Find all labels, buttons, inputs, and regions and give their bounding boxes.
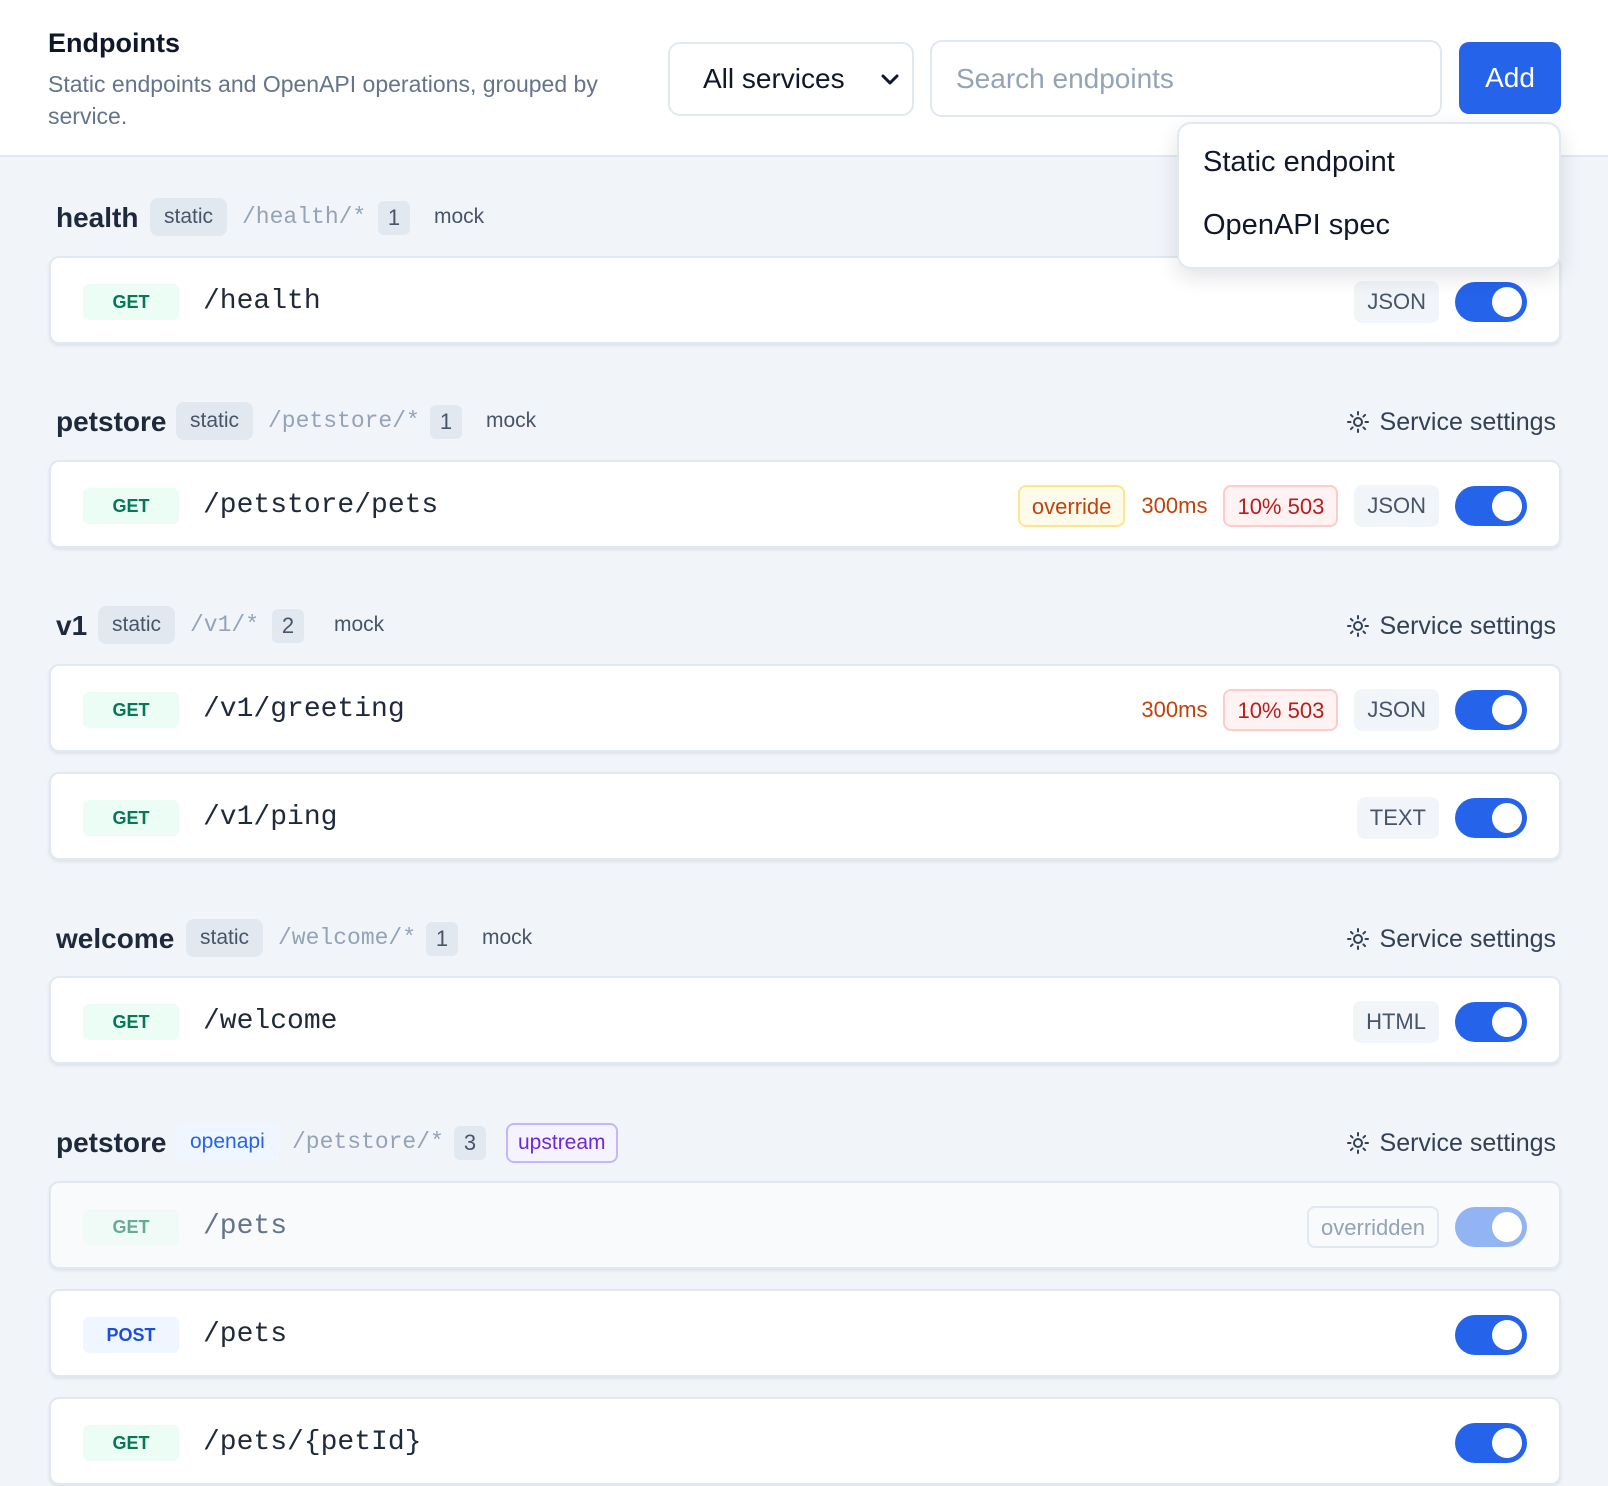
endpoint-row[interactable]: GET /welcome HTML: [49, 976, 1561, 1064]
page-subtitle: Static endpoints and OpenAPI operations,…: [48, 71, 598, 129]
service-settings-button[interactable]: Service settings: [1346, 606, 1556, 646]
method-badge: GET: [83, 284, 179, 320]
endpoint-row[interactable]: GET /pets overridden: [49, 1181, 1561, 1269]
service-settings-label: Service settings: [1379, 408, 1556, 436]
endpoint-enabled-toggle[interactable]: [1455, 798, 1527, 838]
service-mode: mock: [486, 409, 537, 432]
endpoint-count: 1: [378, 201, 410, 235]
endpoint-path: /welcome: [203, 1006, 338, 1037]
service-mode: mock: [434, 205, 485, 228]
method-badge: GET: [83, 1425, 179, 1461]
chevron-down-icon: [881, 74, 899, 85]
error-rate-badge: 10% 503: [1223, 689, 1339, 731]
gear-icon: [1346, 1132, 1369, 1154]
service-name: v1: [56, 610, 88, 641]
endpoint-count: 2: [272, 609, 304, 643]
method-badge: GET: [83, 488, 179, 524]
service-kind-badge: openapi: [176, 1123, 279, 1161]
overridden-badge: overridden: [1307, 1206, 1439, 1248]
endpoint-path: /petstore/pets: [203, 490, 439, 521]
service-prefix: /petstore/*: [268, 408, 420, 434]
response-type-badge: JSON: [1354, 689, 1439, 731]
endpoint-enabled-toggle[interactable]: [1455, 1002, 1527, 1042]
endpoint-count: 1: [426, 922, 458, 956]
service-name: welcome: [56, 923, 175, 954]
endpoint-path: /pets/{petId}: [203, 1427, 422, 1458]
endpoint-enabled-toggle[interactable]: [1455, 1315, 1527, 1355]
endpoint-enabled-toggle[interactable]: [1455, 282, 1527, 322]
endpoint-count: 3: [454, 1126, 486, 1160]
endpoint-row[interactable]: GET /petstore/pets override 300ms 10% 50…: [49, 460, 1561, 548]
endpoint-row[interactable]: GET /v1/greeting 300ms 10% 503 JSON: [49, 664, 1561, 752]
service-settings-button[interactable]: Service settings: [1346, 919, 1556, 959]
endpoint-row[interactable]: GET /pets/{petId}: [49, 1397, 1561, 1485]
service-prefix: /health/*: [242, 204, 367, 230]
service-name: petstore: [56, 406, 167, 437]
service-settings-button[interactable]: Service settings: [1346, 402, 1556, 442]
gear-icon: [1346, 411, 1369, 433]
add-button[interactable]: Add: [1459, 42, 1561, 114]
service-mode: mock: [334, 613, 385, 636]
endpoint-enabled-toggle[interactable]: [1455, 1207, 1527, 1247]
service-mode: mock: [482, 926, 533, 949]
latency-value: 300ms: [1141, 697, 1208, 722]
endpoint-path: /v1/ping: [203, 802, 338, 833]
method-badge: GET: [83, 800, 179, 836]
service-kind-badge: static: [176, 402, 254, 440]
service-name: petstore: [56, 1127, 167, 1158]
service-name: health: [56, 202, 139, 233]
service-prefix: /welcome/*: [278, 925, 417, 951]
latency-value: 300ms: [1141, 493, 1208, 518]
service-mode-badge: upstream: [506, 1123, 618, 1163]
menu-item-static-endpoint[interactable]: Static endpoint: [1203, 146, 1395, 179]
gear-icon: [1346, 928, 1369, 950]
endpoint-row[interactable]: POST /pets: [49, 1289, 1561, 1377]
endpoint-row[interactable]: GET /health JSON: [49, 256, 1561, 344]
endpoint-enabled-toggle[interactable]: [1455, 486, 1527, 526]
response-type-badge: TEXT: [1356, 797, 1439, 839]
override-badge: override: [1017, 485, 1126, 527]
method-badge: GET: [83, 692, 179, 728]
endpoint-row[interactable]: GET /v1/ping TEXT: [49, 772, 1561, 860]
endpoint-enabled-toggle[interactable]: [1455, 1423, 1527, 1463]
response-type-badge: JSON: [1354, 281, 1439, 323]
endpoint-path: /pets: [203, 1319, 288, 1350]
service-kind-badge: static: [98, 606, 176, 644]
endpoint-path: /pets: [203, 1211, 288, 1242]
search-input[interactable]: [930, 40, 1442, 117]
service-filter-select[interactable]: All services: [668, 42, 914, 116]
service-group-header: welcome static /welcome/* 1 mock Service…: [56, 919, 1556, 959]
service-group-header: petstore openapi /petstore/* 3 upstream …: [56, 1123, 1556, 1163]
method-badge: POST: [83, 1317, 179, 1353]
service-group-header: petstore static /petstore/* 1 mock Servi…: [56, 402, 1556, 442]
service-filter-value: All services: [703, 63, 845, 94]
method-badge: GET: [83, 1004, 179, 1040]
service-kind-badge: static: [150, 198, 228, 236]
method-badge: GET: [83, 1209, 179, 1245]
gear-icon: [1346, 615, 1369, 637]
service-settings-label: Service settings: [1379, 1129, 1556, 1157]
menu-item-openapi-spec[interactable]: OpenAPI spec: [1203, 209, 1390, 242]
page-title: Endpoints: [48, 28, 180, 58]
error-rate-badge: 10% 503: [1223, 485, 1339, 527]
service-prefix: /v1/*: [190, 612, 260, 638]
service-kind-badge: static: [186, 919, 264, 957]
endpoint-count: 1: [430, 405, 462, 439]
service-prefix: /petstore/*: [292, 1129, 444, 1155]
endpoint-enabled-toggle[interactable]: [1455, 690, 1527, 730]
service-settings-label: Service settings: [1379, 612, 1556, 640]
service-group-header: v1 static /v1/* 2 mock Service settings: [56, 606, 1556, 646]
service-settings-button[interactable]: Service settings: [1346, 1123, 1556, 1163]
endpoint-path: /v1/greeting: [203, 694, 405, 725]
response-type-badge: HTML: [1353, 1001, 1439, 1043]
endpoint-path: /health: [203, 286, 321, 317]
service-settings-label: Service settings: [1379, 925, 1556, 953]
response-type-badge: JSON: [1354, 485, 1439, 527]
add-menu: Static endpoint OpenAPI spec: [1177, 122, 1561, 269]
